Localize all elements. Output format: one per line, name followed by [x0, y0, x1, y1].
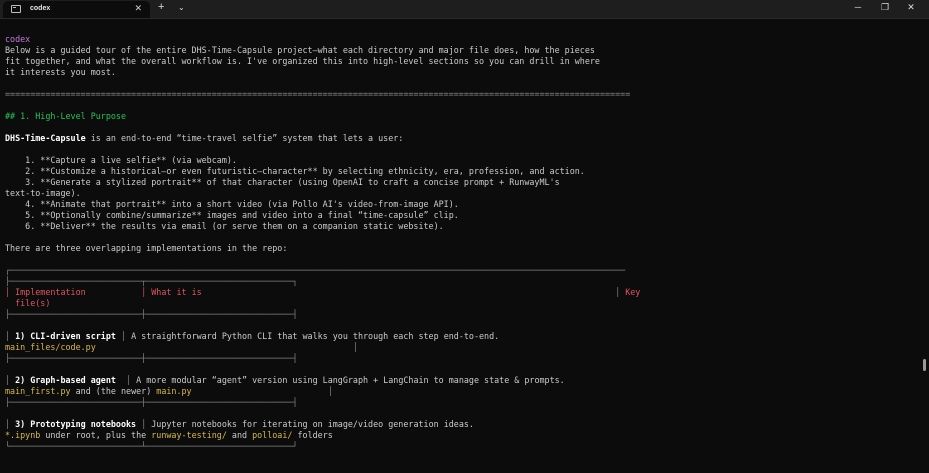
terminal-icon — [11, 5, 21, 13]
column-header-key: Key — [620, 287, 641, 297]
row-description: A straightforward Python CLI that walks … — [126, 331, 500, 341]
title-bar: codex ✕ + ⌄ ─ ❐ ✕ — [0, 0, 929, 19]
column-header-files: file(s) — [5, 298, 51, 308]
workflow-step: 1. **Capture a live selfie** (via webcam… — [5, 155, 237, 165]
file-path: runway-testing/ — [151, 430, 227, 440]
workflow-step: 2. **Customize a historical—or even futu… — [5, 166, 585, 176]
table-top-border: ┌───────────────────────────────────────… — [5, 265, 626, 275]
workflow-step: text-to-image). — [5, 188, 81, 198]
workflow-step: 6. **Deliver** the results via email (or… — [5, 221, 444, 231]
implementations-intro: There are three overlapping implementati… — [5, 243, 288, 253]
row-label: 3) Prototyping notebooks — [10, 419, 142, 429]
workflow-step: 5. **Optionally combine/summarize** imag… — [5, 210, 459, 220]
purpose-line: DHS-Time-Capsule is an end-to-end “time-… — [5, 133, 403, 144]
intro-line: Below is a guided tour of the entire DHS… — [5, 45, 595, 55]
tab-close-icon[interactable]: ✕ — [134, 3, 142, 14]
table-header: │ Implementation │ What it is │ Key — [5, 287, 641, 297]
row-label: 2) Graph-based agent — [10, 375, 127, 385]
row-description: Jupyter notebooks for iterating on image… — [146, 419, 474, 429]
row-label: 1) CLI-driven script — [10, 331, 121, 341]
table-bottom-border: └──────────────────────────┴────────────… — [5, 441, 298, 451]
terminal-tab[interactable]: codex ✕ — [3, 1, 150, 18]
table-separator: ├──────────────────────────┼────────────… — [5, 353, 298, 363]
tab-title: codex — [30, 5, 51, 12]
chevron-down-icon[interactable]: ⌄ — [178, 3, 185, 12]
column-header-what: What it is — [146, 287, 202, 297]
purpose-text: is an end-to-end “time-travel selfie” sy… — [85, 133, 404, 143]
section-divider: ========================================… — [5, 89, 631, 99]
table-row: │ 1) CLI-driven script │ A straightforwa… — [5, 331, 500, 341]
table-separator: ├──────────────────────────┼────────────… — [5, 397, 298, 407]
terminal-output[interactable]: codex Below is a guided tour of the enti… — [0, 19, 929, 473]
intro-line: fit together, and what the overall workf… — [5, 56, 600, 66]
table-row-files: main_first.py and (the newer) main.py │ — [5, 386, 333, 396]
row-description: A more modular “agent” version using Lan… — [131, 375, 565, 385]
project-name: DHS-Time-Capsule — [5, 133, 86, 143]
minimize-button[interactable]: ─ — [851, 2, 865, 12]
intro-line: it interests you most. — [5, 67, 116, 77]
scrollbar-thumb[interactable] — [923, 359, 926, 371]
table-row-files: main_files/code.py │ — [5, 342, 358, 352]
section-heading: ## 1. High-Level Purpose — [5, 111, 127, 121]
table-row-files: *.ipynb under root, plus the runway-test… — [5, 430, 333, 440]
table-separator: ├──────────────────────────┼────────────… — [5, 309, 298, 319]
table-row: │ 2) Graph-based agent │ A more modular … — [5, 375, 565, 385]
workflow-step: 4. **Animate that portrait** into a shor… — [5, 199, 459, 209]
file-path: main_files/code.py — [5, 342, 96, 352]
close-button[interactable]: ✕ — [904, 2, 918, 13]
workflow-step: 3. **Generate a stylized portrait** of t… — [5, 177, 560, 187]
speaker-label: codex — [5, 34, 31, 44]
new-tab-button[interactable]: + — [158, 1, 164, 13]
table-separator: ├──────────────────────────┬────────────… — [5, 276, 298, 286]
maximize-button[interactable]: ❐ — [878, 2, 892, 13]
column-header-implementation: │ Implementation │ — [5, 287, 147, 297]
table-row: │ 3) Prototyping notebooks │ Jupyter not… — [5, 419, 474, 429]
file-path: polloai/ — [252, 430, 293, 440]
file-path: main_first.py — [5, 386, 71, 396]
file-path: main.py — [156, 386, 192, 396]
file-path: *.ipynb — [5, 430, 41, 440]
